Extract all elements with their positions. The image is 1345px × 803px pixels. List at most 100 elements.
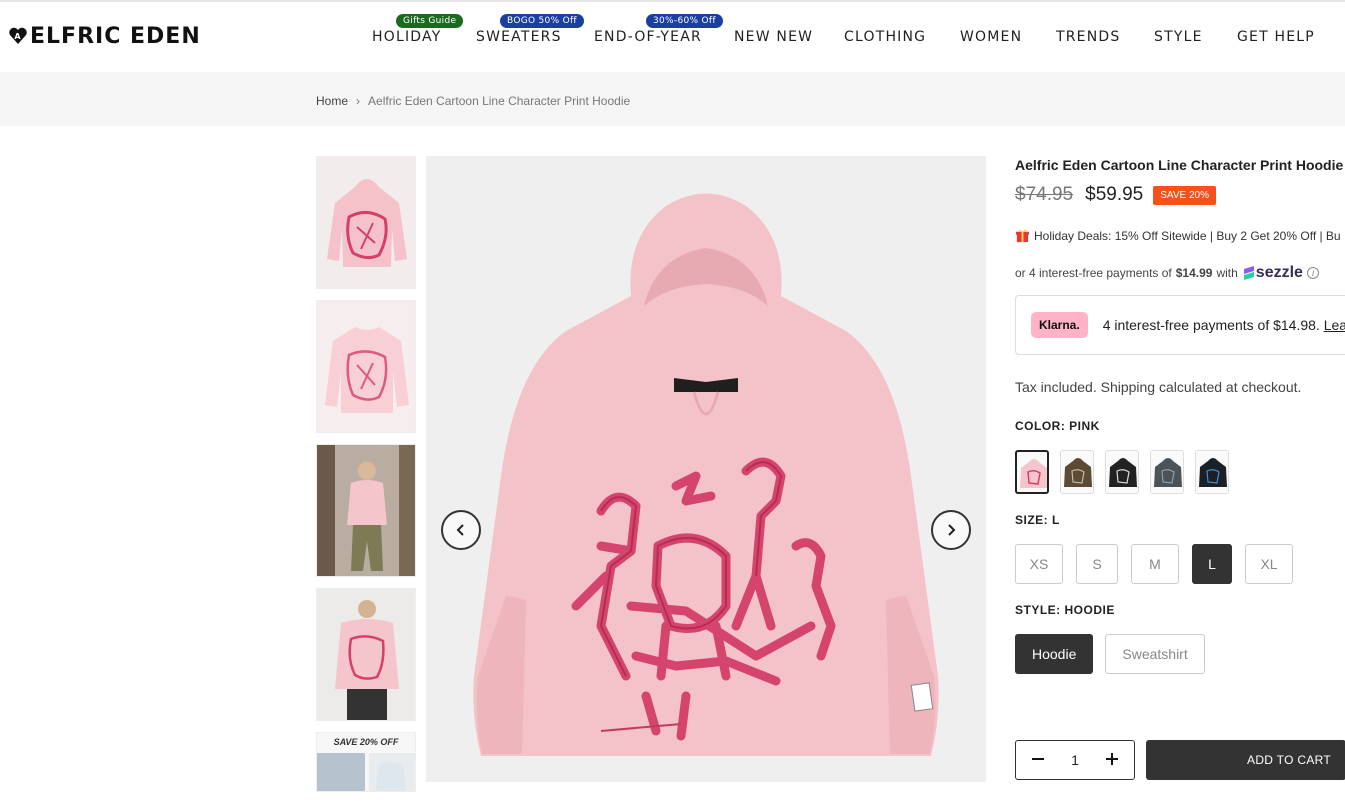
nav-get-help[interactable]: GET HELP (1237, 29, 1315, 45)
size-m-button[interactable]: M (1131, 544, 1179, 584)
hoodie-black-swatch-icon (1109, 458, 1137, 487)
sweatshirt-front-thumb-image (317, 301, 415, 432)
minus-icon[interactable] (1028, 750, 1048, 770)
plus-icon[interactable] (1102, 750, 1122, 770)
nav-clothing[interactable]: CLOTHING (844, 29, 926, 45)
sezzle-mark-icon (1243, 266, 1254, 280)
sezzle-logo-text: sezzle (1255, 264, 1303, 281)
gift-icon (1015, 229, 1030, 243)
nav-women[interactable]: WOMEN (960, 29, 1022, 45)
hoodie-gray-swatch-icon (1154, 458, 1182, 487)
color-section: COLOR: PINK (1015, 419, 1345, 494)
size-xl-button[interactable]: XL (1245, 544, 1293, 584)
model-street-thumb-image (317, 445, 415, 576)
sezzle-logo[interactable]: sezzle (1242, 264, 1303, 282)
nav-label: NEW NEW (734, 29, 814, 45)
nav-label: END-OF-YEAR (594, 29, 702, 45)
hoodie-brown-swatch-icon (1064, 458, 1092, 487)
nav-label: SWEATERS (476, 29, 562, 45)
klarna-message: 4 interest-free payments of $14.98. (1102, 317, 1320, 333)
swatch-pink[interactable] (1015, 450, 1049, 494)
next-image-button[interactable] (931, 510, 971, 550)
style-label-text: STYLE: (1015, 603, 1061, 617)
breadcrumb-home-link[interactable]: Home (316, 94, 348, 108)
color-swatches (1015, 450, 1345, 494)
style-options: Hoodie Sweatshirt (1015, 634, 1345, 674)
swatch-brown[interactable] (1060, 450, 1094, 494)
quantity-value[interactable]: 1 (1071, 752, 1079, 768)
nav-trends[interactable]: TRENDS (1056, 29, 1120, 45)
breadcrumb: Home › Aelfric Eden Cartoon Line Charact… (316, 94, 630, 108)
promo-thumb-image (317, 753, 415, 791)
product-title: Aelfric Eden Cartoon Line Character Prin… (1015, 157, 1344, 173)
svg-text:A: A (14, 32, 21, 41)
site-header: A ELFRIC EDEN Gifts Guide HOLIDAY BOGO 5… (0, 2, 1345, 72)
plus-glyph (1105, 753, 1118, 765)
minus-glyph (1032, 758, 1044, 760)
heart-logo-icon: A (9, 27, 27, 44)
nav-label: HOLIDAY (372, 29, 442, 45)
style-value: HOODIE (1064, 603, 1115, 617)
thumbnail-2[interactable] (316, 300, 416, 433)
cart-row: 1 ADD TO CART (1015, 740, 1345, 780)
nav-badge-bogo: BOGO 50% Off (500, 14, 584, 28)
thumbnail-4[interactable] (316, 588, 416, 721)
product-info: Aelfric Eden Cartoon Line Character Prin… (1015, 156, 1345, 780)
chevron-left-icon (456, 524, 464, 536)
tax-note: Tax included. Shipping calculated at che… (1015, 379, 1302, 395)
holiday-deals-text: Holiday Deals: 15% Off Sitewide | Buy 2 … (1034, 228, 1341, 243)
thumbnail-3[interactable] (316, 444, 416, 577)
nav-label: TRENDS (1056, 29, 1121, 45)
thumbnail-1[interactable] (316, 156, 416, 289)
style-label: STYLE: HOODIE (1015, 603, 1345, 617)
klarna-learn-more-link[interactable]: Learn more (1324, 317, 1345, 333)
main-product-image (426, 156, 986, 782)
sale-price: $59.95 (1085, 184, 1144, 205)
brand-name: ELFRIC EDEN (30, 23, 201, 49)
chevron-right-icon: › (356, 94, 361, 108)
color-label-text: COLOR: (1015, 419, 1066, 433)
klarna-logo: Klarna. (1031, 312, 1088, 338)
brand-logo[interactable]: A ELFRIC EDEN (8, 22, 201, 50)
add-to-cart-button[interactable]: ADD TO CART (1146, 740, 1345, 780)
nav-badge-end-of-year: 30%-60% Off (646, 14, 723, 28)
swatch-gray[interactable] (1150, 450, 1184, 494)
nav-label: STYLE (1154, 29, 1203, 45)
thumbnail-list: SAVE 20% OFF (316, 156, 416, 803)
nav-holiday[interactable]: Gifts Guide HOLIDAY (372, 14, 464, 45)
nav-label: WOMEN (960, 29, 1023, 45)
swatch-navy-black[interactable] (1195, 450, 1229, 494)
hoodie-dark-swatch-icon (1199, 458, 1227, 487)
klarna-box: Klarna. 4 interest-free payments of $14.… (1015, 295, 1345, 355)
nav-badge-gifts-guide: Gifts Guide (396, 14, 464, 28)
chevron-right-icon (948, 524, 956, 536)
swatch-black[interactable] (1105, 450, 1139, 494)
size-section: SIZE: L XS S M L XL (1015, 513, 1345, 584)
style-sweatshirt-button[interactable]: Sweatshirt (1105, 634, 1205, 674)
sezzle-row: or 4 interest-free payments of $14.99 wi… (1015, 264, 1345, 282)
size-xs-button[interactable]: XS (1015, 544, 1063, 584)
nav-end-of-year[interactable]: 30%-60% Off END-OF-YEAR (594, 14, 723, 45)
nav-new-new[interactable]: NEW NEW (734, 29, 813, 45)
nav-style[interactable]: STYLE (1154, 29, 1203, 45)
quantity-stepper: 1 (1015, 740, 1135, 780)
breadcrumb-bar: Home › Aelfric Eden Cartoon Line Charact… (0, 72, 1345, 126)
info-icon[interactable]: i (1306, 267, 1319, 279)
nav-sweaters[interactable]: BOGO 50% Off SWEATERS (476, 14, 584, 45)
color-value: PINK (1069, 419, 1100, 433)
sezzle-prefix: or 4 interest-free payments of (1015, 266, 1172, 280)
style-hoodie-button[interactable]: Hoodie (1015, 634, 1094, 674)
thumbnail-5[interactable]: SAVE 20% OFF (316, 732, 416, 792)
nav-label: CLOTHING (844, 29, 927, 45)
size-options: XS S M L XL (1015, 544, 1345, 584)
nav-label: GET HELP (1237, 29, 1315, 45)
size-l-button[interactable]: L (1192, 544, 1232, 584)
size-value: L (1052, 513, 1060, 527)
previous-image-button[interactable] (441, 510, 481, 550)
sezzle-amount: $14.99 (1175, 266, 1213, 280)
color-label: COLOR: PINK (1015, 419, 1345, 433)
size-label-text: SIZE: (1015, 513, 1049, 527)
size-s-button[interactable]: S (1076, 544, 1118, 584)
sezzle-with: with (1216, 266, 1238, 280)
holiday-deals: Holiday Deals: 15% Off Sitewide | Buy 2 … (1015, 228, 1345, 243)
